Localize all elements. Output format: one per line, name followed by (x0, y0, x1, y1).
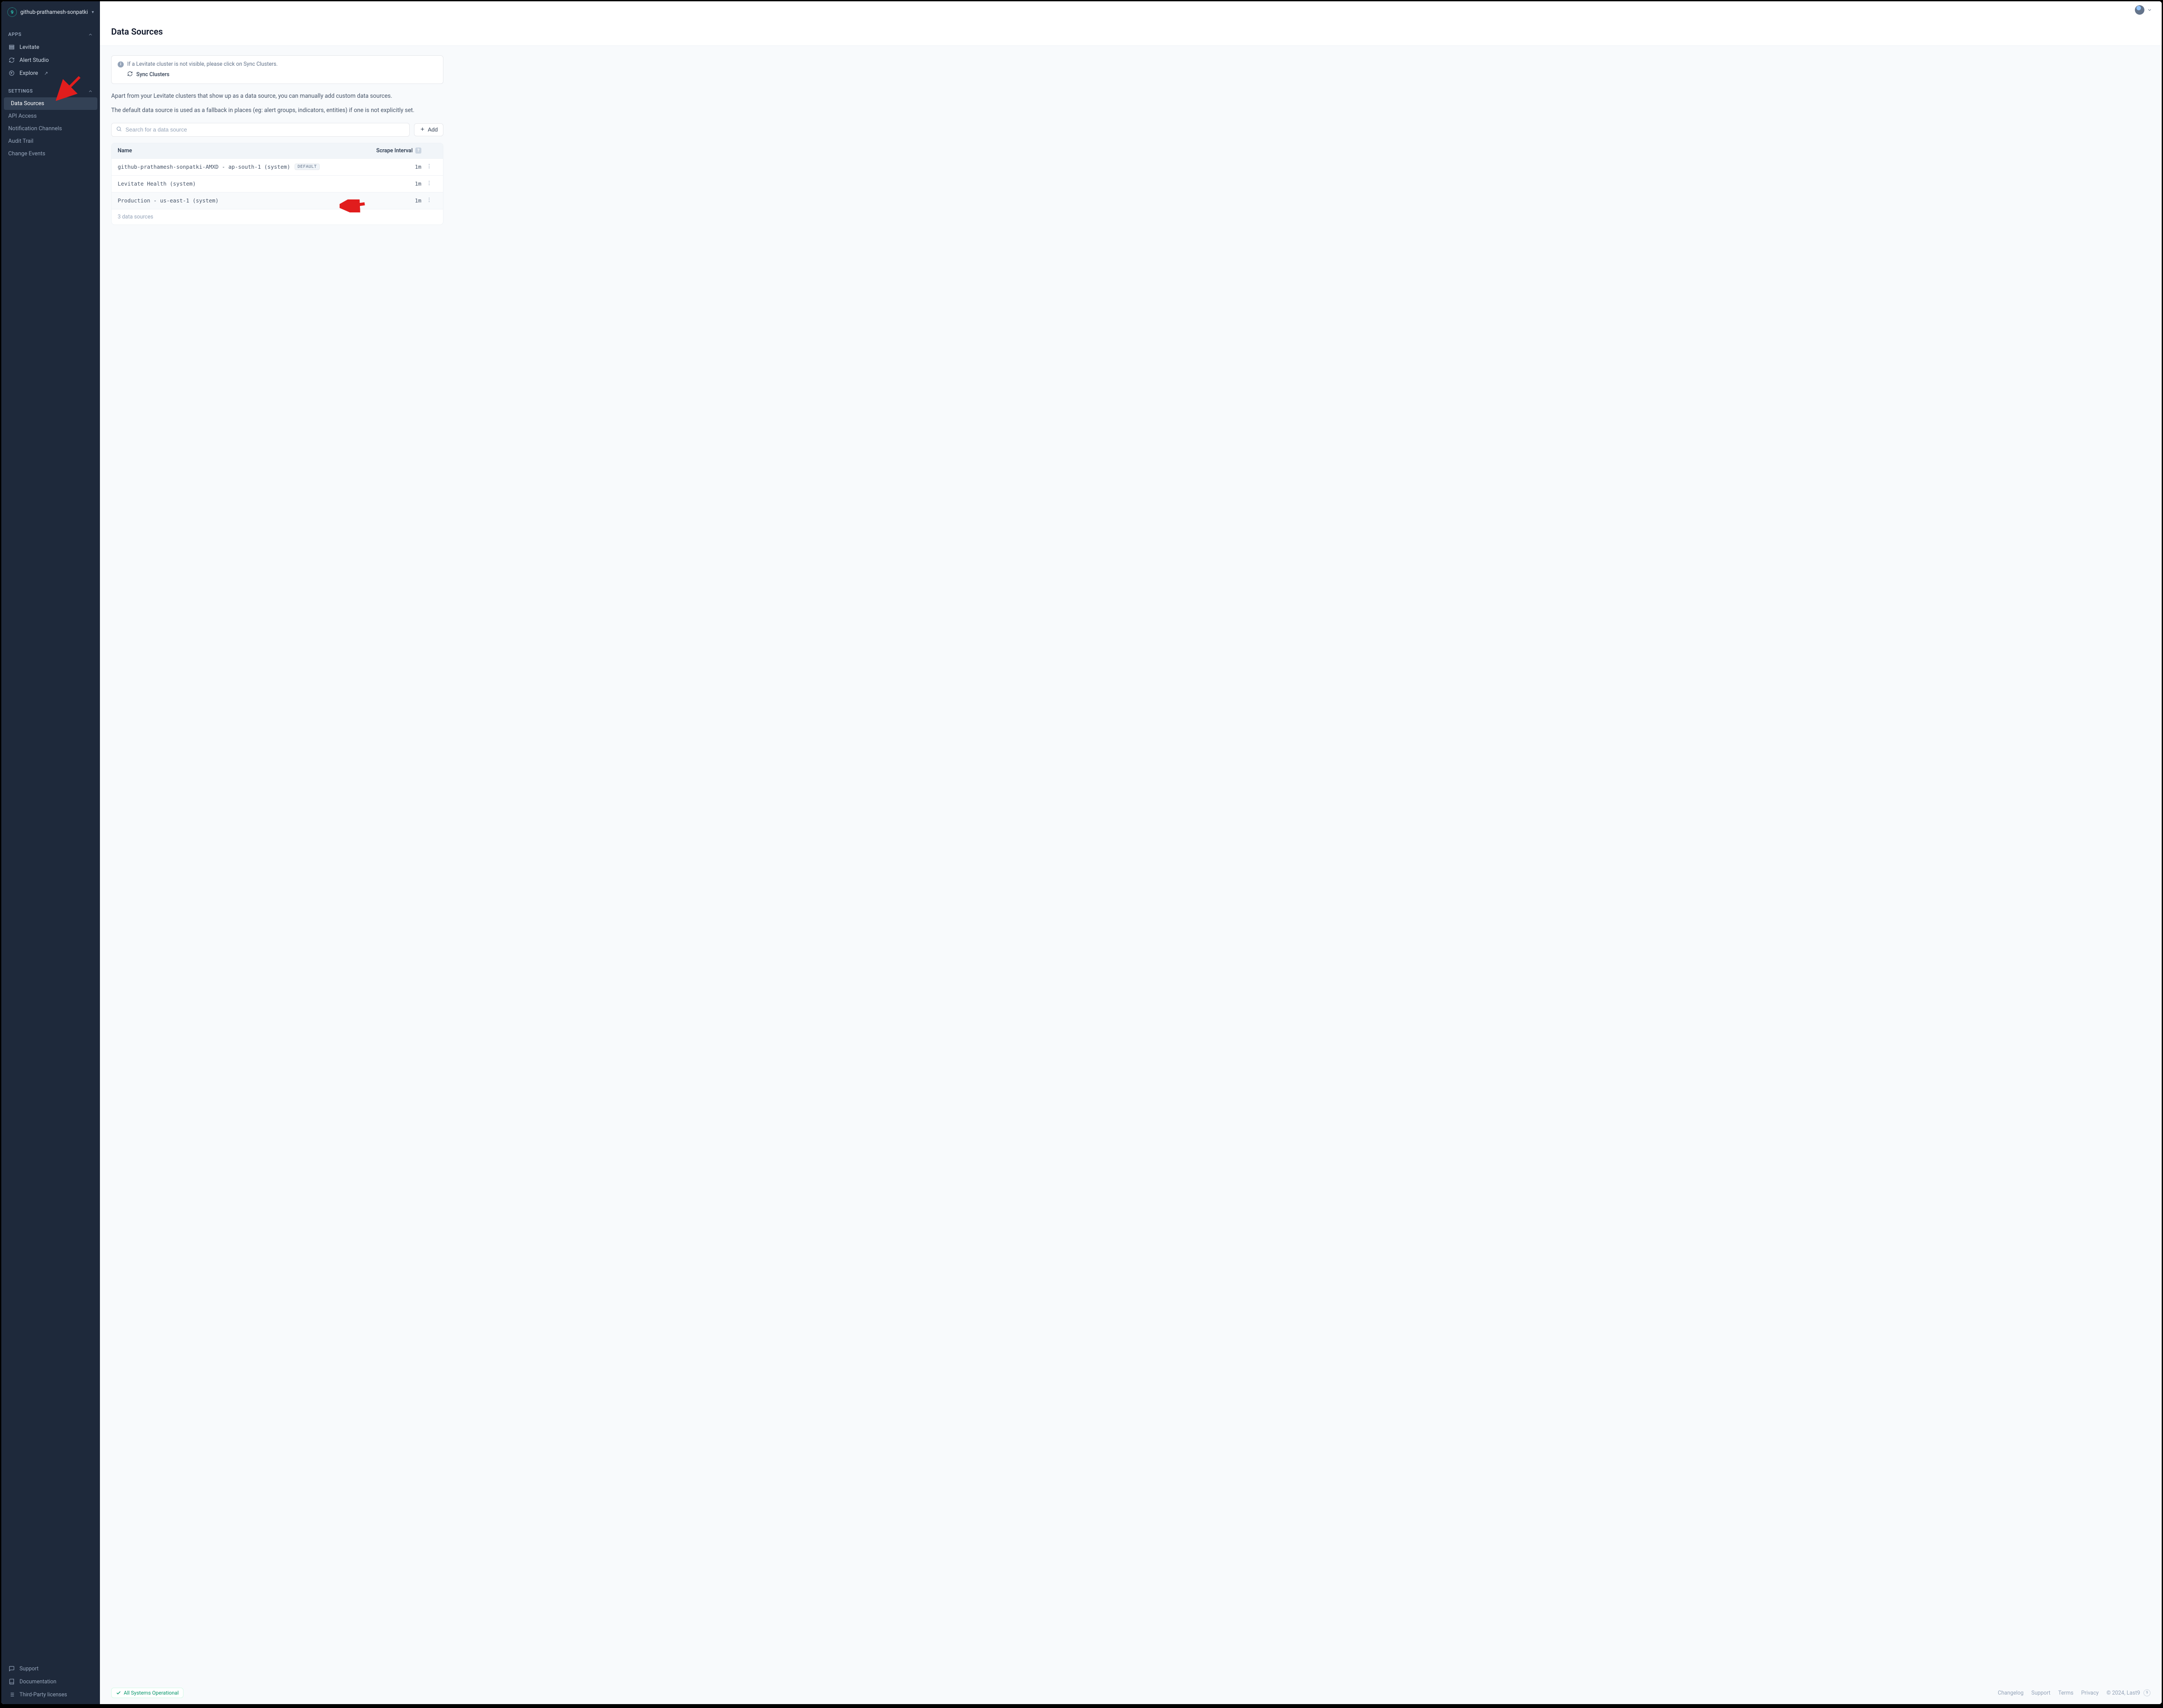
page-header: Data Sources (100, 19, 2162, 46)
row-menu-button[interactable] (421, 163, 437, 171)
default-badge: DEFAULT (295, 164, 320, 170)
book-icon (8, 1678, 15, 1685)
sidebar-item-api-access[interactable]: API Access (1, 110, 100, 122)
brand-logo-icon: 9 (7, 7, 17, 17)
add-label: Add (428, 126, 438, 133)
more-vertical-icon (426, 180, 432, 186)
refresh-icon (8, 57, 15, 64)
page-title: Data Sources (111, 26, 2150, 37)
org-switcher[interactable]: 9 github-prathamesh-sonpatki ▾ (1, 1, 100, 23)
section-header-apps[interactable]: APPS (1, 28, 100, 41)
table-footer: 3 data sources (112, 209, 443, 225)
table-row[interactable]: Production - us-east-1 (system) 1m (112, 192, 443, 209)
sidebar-item-label: Alert Studio (19, 57, 49, 64)
add-button[interactable]: Add (414, 123, 443, 136)
page-footer: All Systems Operational Changelog Suppor… (100, 1683, 2162, 1704)
status-pill[interactable]: All Systems Operational (111, 1688, 183, 1698)
sync-icon (127, 71, 133, 78)
scrape-interval: 1m (369, 197, 421, 204)
sidebar-footer-label: Documentation (19, 1679, 56, 1685)
sidebar-footer-licenses[interactable]: Third-Party licenses (1, 1688, 100, 1704)
sidebar-item-label: Notification Channels (8, 125, 62, 132)
info-icon: i (118, 61, 124, 67)
footer-link-changelog[interactable]: Changelog (1998, 1690, 2024, 1696)
compass-icon (8, 70, 15, 77)
check-icon (116, 1690, 121, 1695)
scrape-interval: 1m (369, 164, 421, 170)
row-menu-button[interactable] (421, 180, 437, 188)
section-header-settings[interactable]: SETTINGS (1, 85, 100, 97)
footer-link-privacy[interactable]: Privacy (2081, 1690, 2099, 1696)
data-source-name: Production - us-east-1 (system) (118, 197, 218, 204)
sidebar-item-label: Data Sources (11, 100, 44, 107)
sidebar-footer-label: Third-Party licenses (19, 1692, 67, 1698)
chevron-up-icon (88, 89, 93, 94)
sidebar-item-label: Levitate (19, 44, 39, 51)
sidebar-item-audit-trail[interactable]: Audit Trail (1, 135, 100, 148)
list-icon (8, 1691, 15, 1698)
info-paragraph-1: Apart from your Levitate clusters that s… (111, 92, 443, 101)
column-name: Name (118, 148, 369, 154)
search-icon (116, 126, 122, 134)
table-row[interactable]: github-prathamesh-sonpatki-AMXD - ap-sou… (112, 158, 443, 175)
layers-icon (8, 44, 15, 51)
sidebar: 9 github-prathamesh-sonpatki ▾ APPS Levi… (1, 1, 100, 1704)
copyright: © 2024, Last9 9 (2106, 1689, 2150, 1696)
footer-links: Changelog Support Terms Privacy © 2024, … (1998, 1689, 2150, 1696)
scrape-interval: 1m (369, 180, 421, 187)
column-scrape-interval: Scrape Interval ? (369, 148, 421, 154)
section-label: APPS (8, 32, 22, 37)
footer-link-terms[interactable]: Terms (2058, 1690, 2073, 1696)
chat-icon (8, 1665, 15, 1672)
chevron-down-icon (2147, 7, 2152, 13)
sync-clusters-link[interactable]: Sync Clusters (136, 71, 170, 78)
footer-link-support[interactable]: Support (2031, 1690, 2051, 1696)
info-box: i If a Levitate cluster is not visible, … (111, 55, 443, 84)
search-input[interactable] (125, 126, 405, 133)
more-vertical-icon (426, 197, 432, 203)
data-source-table: Name Scrape Interval ? github-prathamesh… (111, 143, 443, 225)
external-link-icon: ↗ (44, 71, 48, 76)
avatar (2135, 5, 2144, 15)
user-menu[interactable] (2135, 5, 2152, 15)
table-row[interactable]: Levitate Health (system) 1m (112, 175, 443, 192)
brand-logo-icon: 9 (2144, 1689, 2150, 1696)
content: i If a Levitate cluster is not visible, … (100, 46, 455, 234)
sidebar-item-change-events[interactable]: Change Events (1, 148, 100, 160)
chevron-up-icon (88, 32, 93, 37)
org-name: github-prathamesh-sonpatki (20, 9, 88, 16)
search-wrap[interactable] (111, 123, 410, 137)
sidebar-item-label: API Access (8, 113, 37, 119)
info-text: If a Levitate cluster is not visible, pl… (127, 61, 278, 67)
sidebar-item-label: Change Events (8, 151, 45, 157)
row-count: 3 data sources (118, 214, 369, 220)
row-menu-button[interactable] (421, 197, 437, 205)
section-label: SETTINGS (8, 88, 33, 94)
info-paragraph-2: The default data source is used as a fal… (111, 106, 443, 115)
sidebar-item-levitate[interactable]: Levitate (1, 41, 100, 54)
table-header: Name Scrape Interval ? (112, 143, 443, 158)
status-text: All Systems Operational (124, 1690, 179, 1696)
sidebar-item-explore[interactable]: Explore ↗ (1, 67, 100, 80)
data-source-name: Levitate Health (system) (118, 180, 196, 187)
sidebar-footer-label: Support (19, 1666, 39, 1672)
sidebar-footer-support[interactable]: Support (1, 1662, 100, 1675)
sidebar-item-notification-channels[interactable]: Notification Channels (1, 122, 100, 135)
caret-down-icon: ▾ (92, 10, 94, 15)
sidebar-item-alert-studio[interactable]: Alert Studio (1, 54, 100, 67)
data-source-name: github-prathamesh-sonpatki-AMXD - ap-sou… (118, 164, 290, 170)
main: Data Sources i If a Levitate cluster is … (100, 1, 2162, 1704)
toolbar: Add (111, 123, 443, 137)
plus-icon (420, 126, 425, 133)
sidebar-item-data-sources[interactable]: Data Sources (4, 97, 97, 110)
sidebar-item-label: Explore (19, 70, 38, 77)
topbar (100, 1, 2162, 19)
more-vertical-icon (426, 163, 432, 169)
sidebar-item-label: Audit Trail (8, 138, 33, 144)
help-icon[interactable]: ? (415, 148, 421, 154)
sidebar-footer-documentation[interactable]: Documentation (1, 1675, 100, 1688)
